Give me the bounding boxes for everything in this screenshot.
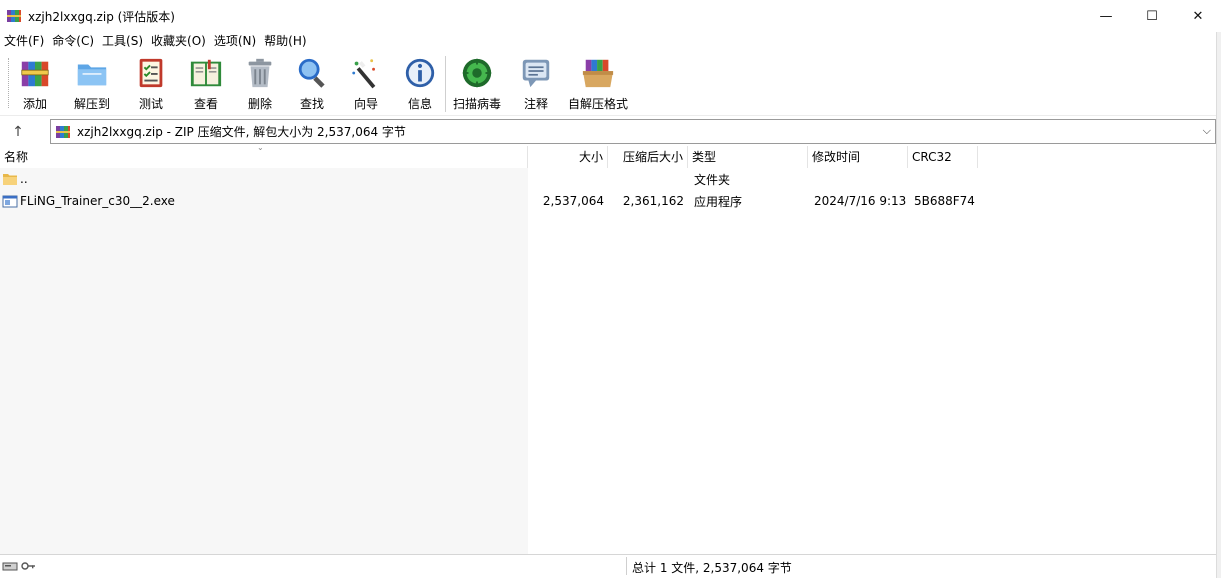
- header-type[interactable]: 类型: [688, 146, 808, 168]
- menu-options[interactable]: 选项(N): [210, 32, 260, 50]
- toolbar: 添加 解压到 测试 查看 删除 查找 向导 信息 扫描病毒 注释 自解压格式: [0, 50, 1216, 116]
- menu-bar: 文件(F) 命令(C) 工具(S) 收藏夹(O) 选项(N) 帮助(H): [0, 32, 1216, 50]
- close-button[interactable]: ✕: [1175, 0, 1221, 32]
- exe-file-icon: [2, 195, 18, 208]
- menu-help[interactable]: 帮助(H): [260, 32, 310, 50]
- file-name: ..: [20, 172, 28, 186]
- row-name-cell: FLiNG_Trainer_c30__2.exe: [0, 193, 528, 209]
- view-button[interactable]: 查看: [181, 50, 231, 112]
- menu-favorites[interactable]: 收藏夹(O): [147, 32, 210, 50]
- sort-indicator-icon: ⌄: [257, 143, 264, 152]
- file-type: 文件夹: [694, 172, 731, 187]
- info-icon: [405, 58, 435, 88]
- header-size[interactable]: 大小: [528, 146, 608, 168]
- maximize-button[interactable]: ☐: [1129, 0, 1175, 32]
- file-size: 2,537,064: [542, 194, 604, 208]
- minimize-button[interactable]: —: [1083, 0, 1129, 32]
- header-filler: [978, 146, 1216, 168]
- comment-button[interactable]: 注释: [515, 50, 557, 112]
- comment-icon: [522, 59, 550, 88]
- delete-button[interactable]: 删除: [239, 50, 281, 112]
- virus-scan-icon: [462, 58, 492, 88]
- delete-label: 删除: [247, 97, 272, 111]
- title-bar: xzjh2lxxgq.zip (评估版本) — ☐ ✕: [0, 0, 1221, 32]
- file-crc: 5B688F74: [914, 194, 975, 208]
- archive-icon: [56, 125, 70, 138]
- status-summary: 总计 1 文件, 2,537,064 字节: [632, 561, 792, 575]
- file-packed-size: 2,361,162: [622, 194, 684, 208]
- file-type: 应用程序: [694, 194, 743, 209]
- info-label: 信息: [407, 97, 432, 111]
- comment-label: 注释: [523, 97, 548, 111]
- wizard-label: 向导: [353, 97, 378, 111]
- menu-file[interactable]: 文件(F): [0, 32, 48, 50]
- table-row-parent[interactable]: .. 文件夹: [0, 168, 1216, 190]
- file-list: 名称 大小 压缩后大小 类型 修改时间 CRC32 ⌄ .. 文件夹 FLiNG…: [0, 143, 1216, 554]
- status-divider: [626, 557, 627, 575]
- test-button[interactable]: 测试: [130, 50, 172, 112]
- view-label: 查看: [193, 97, 218, 111]
- window-controls: — ☐ ✕: [1083, 0, 1221, 32]
- add-label: 添加: [22, 97, 47, 111]
- virus-scan-label: 扫描病毒: [452, 97, 501, 111]
- extract-folder-icon: [77, 64, 107, 86]
- address-bar[interactable]: xzjh2lxxgq.zip - ZIP 压缩文件, 解包大小为 2,537,0…: [50, 119, 1216, 144]
- row-name-cell: ..: [0, 171, 528, 187]
- extract-to-button[interactable]: 解压到: [62, 50, 122, 112]
- extract-to-label: 解压到: [73, 97, 110, 111]
- find-magnifier-icon: [298, 58, 325, 88]
- key-lock-icon[interactable]: [20, 559, 36, 573]
- header-modified[interactable]: 修改时间: [808, 146, 908, 168]
- file-modified: 2024/7/16 9:13: [814, 194, 907, 208]
- find-label: 查找: [299, 97, 324, 111]
- virus-scan-button[interactable]: 扫描病毒: [450, 50, 504, 112]
- table-row-exe[interactable]: FLiNG_Trainer_c30__2.exe 2,537,064 2,361…: [0, 190, 1216, 212]
- status-icons: [2, 559, 36, 573]
- window-title: xzjh2lxxgq.zip (评估版本): [28, 9, 175, 24]
- drive-icon[interactable]: [2, 559, 18, 573]
- menu-tools[interactable]: 工具(S): [98, 32, 147, 50]
- file-name: FLiNG_Trainer_c30__2.exe: [20, 194, 175, 208]
- sfx-button[interactable]: 自解压格式: [566, 50, 630, 112]
- wizard-button[interactable]: 向导: [345, 50, 387, 112]
- winrar-app-icon: [7, 10, 21, 22]
- name-column-shade: [0, 168, 528, 554]
- wizard-wand-icon: [352, 59, 376, 89]
- find-button[interactable]: 查找: [291, 50, 333, 112]
- header-name[interactable]: 名称: [0, 146, 528, 168]
- add-archive-icon: [21, 61, 49, 87]
- add-button[interactable]: 添加: [14, 50, 56, 112]
- sfx-box-icon: [582, 59, 614, 88]
- address-text: xzjh2lxxgq.zip - ZIP 压缩文件, 解包大小为 2,537,0…: [77, 125, 406, 139]
- sfx-label: 自解压格式: [567, 97, 628, 111]
- delete-trash-icon: [248, 58, 272, 88]
- menu-commands[interactable]: 命令(C): [48, 32, 98, 50]
- up-level-button[interactable]: ↑: [0, 118, 36, 146]
- test-checklist-icon: [139, 58, 163, 88]
- header-crc[interactable]: CRC32: [908, 146, 978, 168]
- status-bar: 总计 1 文件, 2,537,064 字节: [0, 554, 1216, 578]
- address-row: ↑ xzjh2lxxgq.zip - ZIP 压缩文件, 解包大小为 2,537…: [0, 117, 1216, 146]
- file-rows: .. 文件夹 FLiNG_Trainer_c30__2.exe 2,537,06…: [0, 168, 1216, 212]
- window-right-edge: [1216, 32, 1221, 578]
- test-label: 测试: [138, 97, 163, 111]
- view-book-icon: [190, 59, 222, 87]
- folder-icon: [3, 174, 17, 185]
- header-packed[interactable]: 压缩后大小: [608, 146, 688, 168]
- info-button[interactable]: 信息: [399, 50, 441, 112]
- chevron-down-icon[interactable]: ⌵: [1203, 124, 1211, 138]
- list-header: 名称 大小 压缩后大小 类型 修改时间 CRC32: [0, 146, 1216, 168]
- toolbar-separator: [445, 56, 446, 112]
